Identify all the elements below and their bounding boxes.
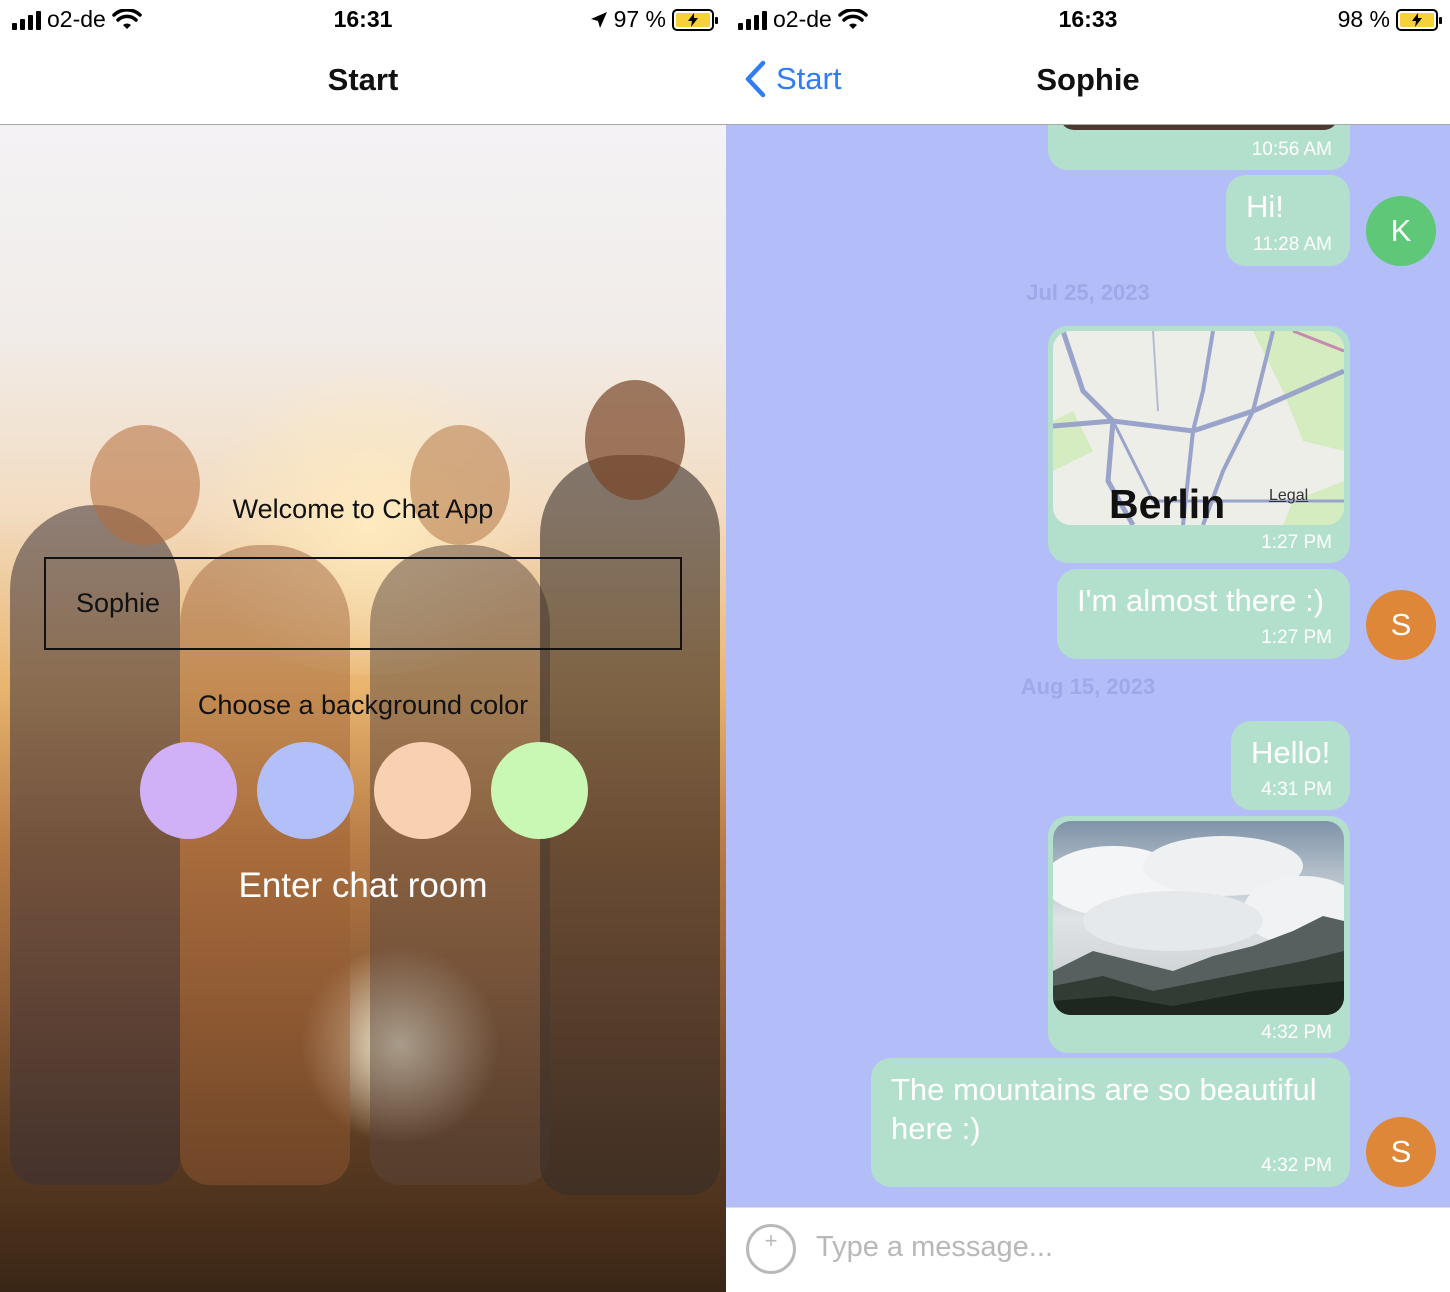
message-text: Hello! xyxy=(1251,735,1331,770)
map-preview[interactable]: Berlin Legal xyxy=(1053,331,1344,525)
message-time: 4:32 PM xyxy=(1261,1022,1332,1043)
message-bubble[interactable]: The mountains are so beautiful here :) 4… xyxy=(871,1058,1350,1187)
location-arrow-icon xyxy=(590,11,607,28)
map-legal-link[interactable]: Legal xyxy=(1269,487,1308,505)
battery-percent: 98 % xyxy=(1337,6,1390,32)
nav-bar: Start Sophie xyxy=(726,40,1450,125)
message-bubble[interactable]: 4:32 PM xyxy=(1048,816,1350,1053)
message-input[interactable] xyxy=(816,1222,1416,1272)
date-separator: Jul 25, 2023 xyxy=(1026,280,1150,305)
message-time: 1:27 PM xyxy=(1261,532,1332,553)
image-thumbnail[interactable] xyxy=(1060,125,1338,130)
message-bubble[interactable]: Hi! 11:28 AM xyxy=(1226,175,1350,266)
message-list[interactable]: 10:56 AM Hi! 11:28 AM K Jul 25, 2023 Ber… xyxy=(726,125,1450,1207)
message-input-bar: + xyxy=(726,1207,1450,1292)
message-time: 11:28 AM xyxy=(1253,234,1332,255)
battery-percent: 97 % xyxy=(613,6,666,32)
color-swatch-peach[interactable] xyxy=(374,742,471,839)
color-swatch-blue[interactable] xyxy=(257,742,354,839)
chat-screen: o2-de 16:33 98 % Start Sophie 10:56 AM H… xyxy=(726,0,1450,1292)
message-time: 4:32 PM xyxy=(1261,1155,1332,1176)
name-input[interactable] xyxy=(44,557,682,650)
message-time: 10:56 AM xyxy=(1251,139,1332,160)
enter-chat-room-button[interactable]: Enter chat room xyxy=(0,866,726,906)
message-text-line: The mountains are so beautiful xyxy=(891,1072,1317,1107)
message-bubble[interactable]: Berlin Legal 1:27 PM xyxy=(1048,326,1350,563)
message-text-line: here :) xyxy=(891,1111,981,1146)
page-title: Start xyxy=(327,62,399,97)
page-title: Sophie xyxy=(1036,62,1140,97)
color-swatch-purple[interactable] xyxy=(140,742,237,839)
message-time: 4:31 PM xyxy=(1261,779,1332,800)
welcome-title: Welcome to Chat App xyxy=(232,494,494,524)
message-bubble[interactable]: Hello! 4:31 PM xyxy=(1231,721,1350,810)
color-swatch-green[interactable] xyxy=(491,742,588,839)
message-text: I'm almost there :) xyxy=(1077,583,1325,618)
message-text: The mountains are so beautiful here :) xyxy=(891,1070,1317,1148)
avatar[interactable]: S xyxy=(1366,590,1436,660)
date-separator: Aug 15, 2023 xyxy=(1020,674,1156,699)
avatar[interactable]: K xyxy=(1366,196,1436,266)
map-city-label: Berlin xyxy=(1109,481,1226,525)
message-time: 1:27 PM xyxy=(1261,627,1332,648)
mountain-photo xyxy=(1053,821,1344,1015)
color-swatches xyxy=(140,742,588,839)
battery-charging-icon xyxy=(1396,8,1442,31)
message-text: Hi! xyxy=(1246,189,1284,224)
message-bubble[interactable]: I'm almost there :) 1:27 PM xyxy=(1057,569,1350,659)
nav-bar: Start xyxy=(0,40,726,125)
message-bubble[interactable]: 10:56 AM xyxy=(1048,125,1350,170)
image-thumbnail[interactable] xyxy=(1053,821,1344,1015)
status-bar: o2-de 16:33 98 % xyxy=(726,0,1450,40)
attach-plus-button[interactable]: + xyxy=(746,1224,796,1274)
battery-charging-icon xyxy=(672,8,718,31)
start-screen: o2-de 16:31 97 % Start Welcome to Chat A… xyxy=(0,0,726,1292)
status-bar: o2-de 16:31 97 % xyxy=(0,0,726,40)
color-choice-label: Choose a background color xyxy=(197,690,529,720)
avatar[interactable]: S xyxy=(1366,1117,1436,1187)
